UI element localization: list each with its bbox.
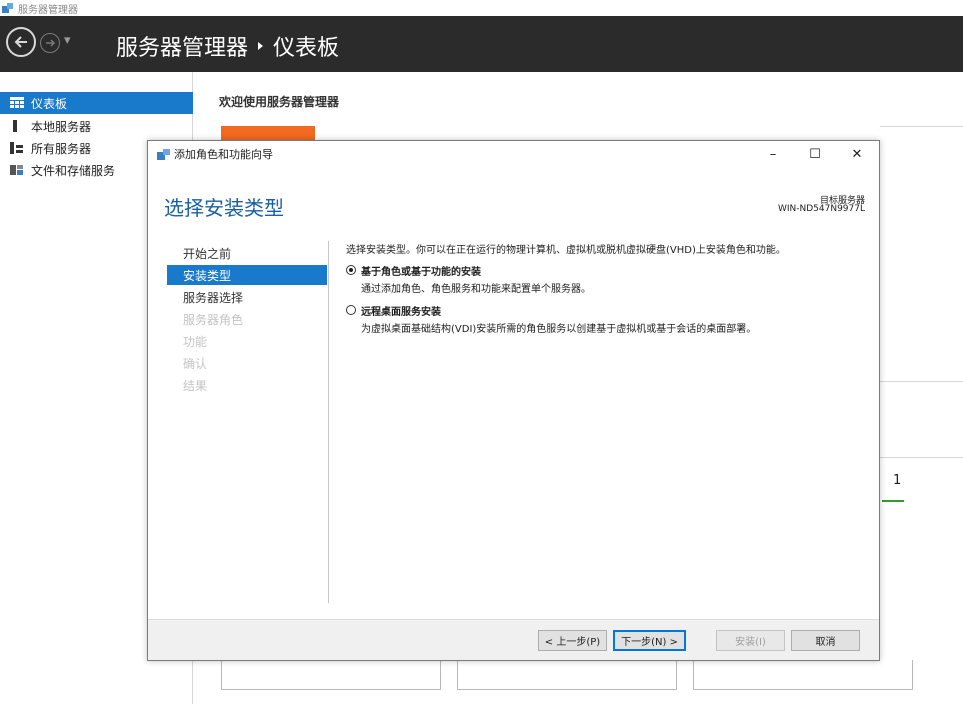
background-tile (457, 660, 677, 690)
wizard-icon (157, 148, 170, 160)
server-count: 1 (893, 473, 902, 488)
file-storage-icon (10, 165, 23, 175)
option-title: 远程桌面服务安装 (361, 307, 441, 318)
arrow-right-icon (45, 39, 55, 47)
back-button[interactable] (6, 27, 36, 57)
step-confirmation: 确认 (183, 356, 208, 371)
background-tile (693, 660, 913, 690)
option-remote-desktop[interactable]: 远程桌面服务安装 为虚拟桌面基础结构(VDI)安装所需的角色服务以创建基于虚拟机… (346, 303, 866, 335)
step-server-roles: 服务器角色 (183, 312, 244, 327)
previous-button[interactable]: < 上一步(P) (538, 630, 607, 651)
window-titlebar: 服务器管理器 (0, 0, 963, 16)
arrow-left-icon (14, 36, 27, 48)
close-button[interactable]: ✕ (842, 144, 872, 164)
local-server-icon (13, 120, 17, 132)
server-manager-icon (2, 3, 13, 13)
divider (328, 241, 329, 603)
dashboard-icon (10, 97, 24, 108)
radio-role-based[interactable] (346, 265, 356, 275)
history-dropdown-icon[interactable]: ▾ (64, 33, 71, 48)
sidebar-item-label: 本地服务器 (31, 119, 92, 134)
sidebar-item-label: 文件和存储服务 (31, 163, 116, 178)
install-button: 安装(I) (716, 630, 785, 651)
wizard-heading: 选择安装类型 (164, 196, 284, 220)
sidebar-item-label: 所有服务器 (31, 141, 92, 156)
maximize-button[interactable]: ☐ (800, 144, 830, 164)
forward-button[interactable] (40, 33, 60, 53)
step-installation-type[interactable]: 安装类型 (167, 265, 327, 285)
header-bar: ▾ 服务器管理器 仪表板 (0, 16, 963, 72)
header-page-title: 仪表板 (273, 36, 340, 61)
next-button[interactable]: 下一步(N) > (613, 630, 686, 651)
radio-remote-desktop[interactable] (346, 305, 356, 315)
step-results: 结果 (183, 378, 208, 393)
add-roles-wizard-dialog: 添加角色和功能向导 – ☐ ✕ 选择安装类型 目标服务器 WIN-ND547N9… (147, 140, 880, 661)
window-title: 服务器管理器 (18, 4, 78, 16)
step-server-selection[interactable]: 服务器选择 (167, 287, 327, 307)
option-description: 通过添加角色、角色服务和功能来配置单个服务器。 (361, 284, 591, 295)
sidebar-item-dashboard[interactable]: 仪表板 (0, 92, 193, 114)
page-title: 服务器管理器 仪表板 (116, 30, 339, 62)
option-description: 为虚拟桌面基础结构(VDI)安装所需的角色服务以创建基于虚拟机或基于会话的桌面部… (361, 324, 757, 335)
minimize-button[interactable]: – (758, 144, 788, 164)
dialog-title: 添加角色和功能向导 (174, 148, 273, 161)
target-server-name: WIN-ND547N9977L (777, 204, 865, 214)
wizard-content: 选择安装类型。你可以在正在运行的物理计算机、虚拟机或脱机虚拟硬盘(VHD)上安装… (346, 241, 866, 343)
all-servers-icon (10, 142, 23, 154)
cancel-button[interactable]: 取消 (791, 630, 860, 651)
step-features: 功能 (183, 334, 208, 349)
welcome-heading: 欢迎使用服务器管理器 (219, 95, 340, 109)
status-ok-bar (882, 500, 904, 502)
background-tile (221, 660, 441, 690)
background-panel (880, 126, 963, 382)
option-title: 基于角色或基于功能的安装 (361, 267, 481, 278)
header-app-title: 服务器管理器 (116, 36, 249, 61)
sidebar-item-local-server[interactable]: 本地服务器 (0, 115, 193, 137)
step-before-you-begin[interactable]: 开始之前 (167, 243, 327, 263)
intro-text: 选择安装类型。你可以在正在运行的物理计算机、虚拟机或脱机虚拟硬盘(VHD)上安装… (346, 245, 786, 256)
dialog-footer: < 上一步(P) 下一步(N) > 安装(I) 取消 (148, 619, 879, 660)
option-role-based[interactable]: 基于角色或基于功能的安装 通过添加角色、角色服务和功能来配置单个服务器。 (346, 263, 866, 295)
breadcrumb-separator-icon (258, 42, 264, 50)
sidebar-item-label: 仪表板 (31, 96, 68, 111)
